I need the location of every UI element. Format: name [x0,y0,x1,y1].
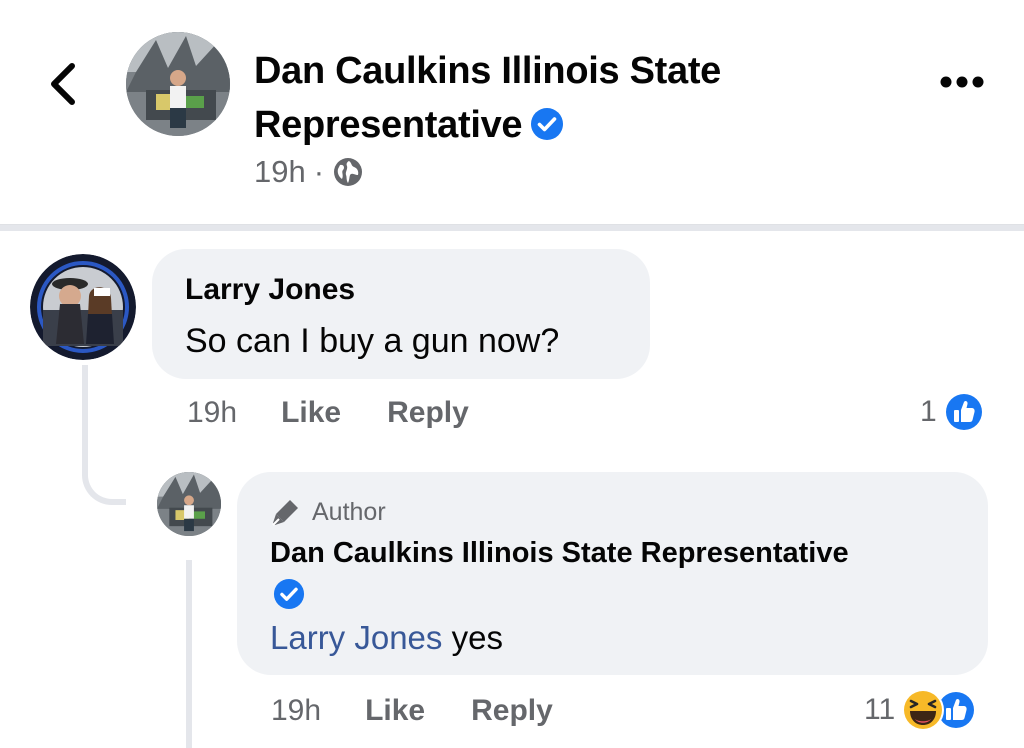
like-button[interactable]: Like [365,694,425,728]
reply-timestamp[interactable]: 19h [271,694,321,728]
page-avatar[interactable] [126,32,230,136]
reply-actions: 19h Like Reply [271,690,599,732]
post-meta: 19h · [254,152,364,192]
verified-badge-icon [273,578,305,610]
reaction-count: 11 [864,693,896,726]
reply-thread-line [186,560,192,748]
reply-button[interactable]: Reply [471,694,553,728]
more-options-button[interactable] [938,68,986,96]
reaction-summary[interactable]: 11 [864,688,977,732]
like-button[interactable]: Like [281,396,341,430]
like-icon [943,392,984,432]
page-name[interactable]: Dan Caulkins Illinois State Representati… [254,50,721,146]
more-dots-icon [940,76,984,88]
author-badge-label: Author [312,497,386,526]
thread-connector [82,365,126,505]
haha-icon [902,689,945,731]
back-button[interactable] [44,60,84,108]
reply-button[interactable]: Reply [387,396,469,430]
reply-author[interactable]: Dan Caulkins Illinois State Representati… [270,534,970,572]
meta-separator: · [313,154,325,189]
post-timestamp[interactable]: 19h [254,154,306,190]
reaction-count: 1 [920,395,937,428]
section-divider [0,224,1024,231]
comment-actions: 19h Like Reply [187,392,515,434]
page-title[interactable]: Dan Caulkins Illinois State Representati… [254,44,854,152]
comment-timestamp[interactable]: 19h [187,396,237,430]
author-badge: Author [270,494,386,530]
globe-icon[interactable] [332,156,364,188]
comment-author[interactable]: Larry Jones [185,272,355,308]
reaction-summary[interactable]: 1 [920,392,985,432]
reply-message: yes [451,619,503,656]
chevron-left-icon [51,63,75,105]
verified-badge-icon [531,108,564,140]
reply-text: Larry Jones yes [270,616,503,660]
pen-icon [272,500,298,526]
post-comments-screen: Dan Caulkins Illinois State Representati… [0,0,1024,748]
commenter-avatar[interactable] [30,254,136,360]
mention-link[interactable]: Larry Jones [270,619,442,656]
reply-author-avatar[interactable] [157,472,221,536]
comment-text: So can I buy a gun now? [185,322,560,360]
